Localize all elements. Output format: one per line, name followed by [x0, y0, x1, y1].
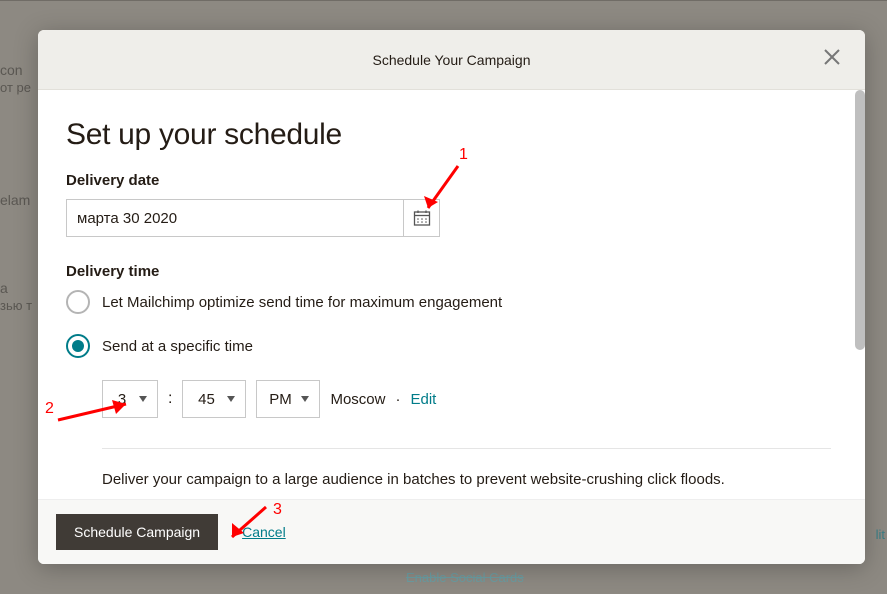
page-heading: Set up your schedule [66, 118, 831, 152]
modal-header: Schedule Your Campaign [38, 30, 865, 90]
modal-title: Schedule Your Campaign [372, 52, 530, 68]
delivery-date-label: Delivery date [66, 172, 831, 189]
bg-text: от ре [0, 80, 31, 95]
bg-text: lit [876, 527, 885, 542]
radio-specific-row[interactable]: Send at a specific time [66, 334, 831, 358]
bg-text: con [0, 62, 23, 78]
schedule-campaign-button[interactable]: Schedule Campaign [56, 514, 218, 550]
minute-value: 45 [193, 391, 219, 408]
chevron-down-icon [139, 396, 147, 402]
scrollbar-thumb[interactable] [855, 90, 865, 350]
chevron-down-icon [227, 396, 235, 402]
chevron-down-icon [301, 396, 309, 402]
radio-specific[interactable] [66, 334, 90, 358]
hour-value: 3 [113, 391, 131, 408]
minute-select[interactable]: 45 [182, 380, 246, 418]
modal-body: Set up your schedule Delivery date Deliv… [38, 90, 865, 499]
modal-footer: Schedule Campaign Cancel [38, 499, 865, 564]
bg-text: зью т [0, 298, 32, 313]
ampm-value: PM [267, 391, 293, 408]
bg-text: Enable Social Cards [406, 570, 524, 585]
calendar-button[interactable] [403, 200, 439, 236]
batch-delivery-text: Deliver your campaign to a large audienc… [102, 471, 831, 488]
radio-optimize-row[interactable]: Let Mailchimp optimize send time for max… [66, 290, 831, 314]
delivery-date-field [66, 199, 440, 237]
time-selector-row: 3 : 45 PM Moscow · Edit [102, 380, 831, 418]
time-colon: : [168, 390, 172, 408]
radio-specific-label: Send at a specific time [102, 338, 253, 355]
delivery-time-label: Delivery time [66, 263, 831, 280]
timezone-text: Moscow [330, 391, 385, 408]
calendar-icon [413, 209, 431, 227]
hour-select[interactable]: 3 [102, 380, 158, 418]
divider [102, 448, 831, 449]
delivery-date-input[interactable] [67, 210, 403, 227]
tz-separator: · [395, 391, 400, 408]
cancel-link[interactable]: Cancel [242, 524, 286, 540]
schedule-campaign-modal: Schedule Your Campaign Set up your sched… [38, 30, 865, 564]
bg-text: a [0, 280, 8, 296]
ampm-select[interactable]: PM [256, 380, 320, 418]
radio-optimize-label: Let Mailchimp optimize send time for max… [102, 294, 502, 311]
radio-optimize[interactable] [66, 290, 90, 314]
bg-text: elam [0, 192, 30, 208]
close-button[interactable] [823, 48, 847, 72]
edit-timezone-link[interactable]: Edit [410, 391, 436, 408]
close-icon [823, 48, 841, 66]
